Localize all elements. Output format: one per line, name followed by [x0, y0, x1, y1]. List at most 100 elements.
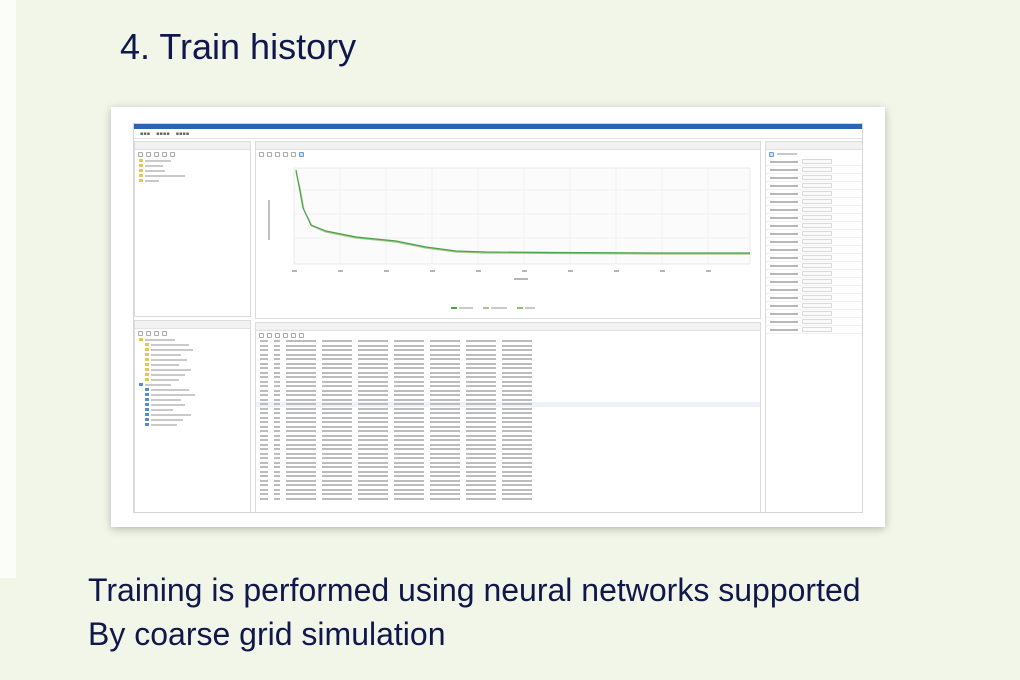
- toolbar-icon[interactable]: [138, 151, 143, 157]
- property-row[interactable]: [766, 198, 862, 206]
- property-row[interactable]: [766, 326, 862, 334]
- toolbar-icon[interactable]: [299, 332, 304, 338]
- toolbar-icon[interactable]: [162, 151, 167, 157]
- property-value[interactable]: [802, 287, 832, 292]
- table-cell: [358, 376, 388, 379]
- table-cell: [358, 398, 388, 401]
- property-value[interactable]: [802, 295, 832, 300]
- legend-swatch: [451, 307, 457, 309]
- toolbar-icon[interactable]: [275, 332, 280, 338]
- legend-swatch: [483, 307, 489, 309]
- property-row[interactable]: [766, 158, 862, 166]
- chart-tab-header: [256, 142, 760, 150]
- caption-line-1: Training is performed using neural netwo…: [88, 572, 861, 608]
- property-row[interactable]: [766, 190, 862, 198]
- toolbar-icon[interactable]: [170, 151, 175, 157]
- property-value[interactable]: [802, 215, 832, 220]
- property-label: [770, 264, 798, 267]
- property-value[interactable]: [802, 279, 832, 284]
- property-row[interactable]: [766, 166, 862, 174]
- tree-item[interactable]: [135, 422, 250, 427]
- property-row[interactable]: [766, 174, 862, 182]
- table-cell: [286, 461, 316, 464]
- property-value[interactable]: [802, 183, 832, 188]
- tree-toolbar: [135, 150, 250, 158]
- menu-item[interactable]: ▪▪▪▪: [156, 131, 170, 137]
- property-row[interactable]: [766, 302, 862, 310]
- menu-item[interactable]: ▪▪▪: [140, 131, 150, 137]
- legend-label: [491, 307, 507, 309]
- property-value[interactable]: [802, 199, 832, 204]
- toolbar-icon[interactable]: [299, 151, 304, 157]
- property-value[interactable]: [802, 223, 832, 228]
- property-value[interactable]: [802, 175, 832, 180]
- toolbar-icon[interactable]: [146, 330, 151, 336]
- table-cell: [502, 367, 532, 370]
- property-row[interactable]: [766, 286, 862, 294]
- property-row[interactable]: [766, 294, 862, 302]
- toolbar-icon[interactable]: [769, 151, 774, 157]
- property-value[interactable]: [802, 311, 832, 316]
- menu-item[interactable]: ▪▪▪▪: [176, 131, 190, 137]
- toolbar-icon[interactable]: [291, 151, 296, 157]
- tree-item[interactable]: [135, 178, 250, 183]
- toolbar-icon[interactable]: [259, 151, 264, 157]
- property-row[interactable]: [766, 318, 862, 326]
- property-row[interactable]: [766, 230, 862, 238]
- table-cell: [466, 380, 496, 383]
- property-row[interactable]: [766, 262, 862, 270]
- table-cell: [286, 340, 316, 343]
- property-row[interactable]: [766, 214, 862, 222]
- property-row[interactable]: [766, 182, 862, 190]
- toolbar-icon[interactable]: [154, 151, 159, 157]
- property-value[interactable]: [802, 167, 832, 172]
- table-cell: [430, 376, 460, 379]
- table-row[interactable]: [256, 497, 760, 502]
- toolbar-icon[interactable]: [162, 330, 167, 336]
- toolbar-icon[interactable]: [138, 330, 143, 336]
- property-value[interactable]: [802, 191, 832, 196]
- property-value[interactable]: [802, 247, 832, 252]
- table-cell: [394, 457, 424, 460]
- property-row[interactable]: [766, 270, 862, 278]
- property-value[interactable]: [802, 303, 832, 308]
- property-value[interactable]: [802, 159, 832, 164]
- table-cell: [274, 353, 280, 356]
- toolbar-icon[interactable]: [154, 330, 159, 336]
- table-cell: [322, 484, 352, 487]
- checkbox-icon: [145, 388, 149, 391]
- toolbar-icon[interactable]: [259, 332, 264, 338]
- property-value[interactable]: [802, 263, 832, 268]
- toolbar-icon[interactable]: [267, 151, 272, 157]
- folder-icon: [139, 164, 143, 167]
- explorer-toolbar: [135, 329, 250, 337]
- property-value[interactable]: [802, 271, 832, 276]
- property-row[interactable]: [766, 310, 862, 318]
- table-cell: [430, 425, 460, 428]
- property-value[interactable]: [802, 327, 832, 332]
- toolbar-icon[interactable]: [283, 332, 288, 338]
- x-ticks: [292, 270, 711, 272]
- property-row[interactable]: [766, 222, 862, 230]
- property-row[interactable]: [766, 206, 862, 214]
- property-row[interactable]: [766, 238, 862, 246]
- property-label: [770, 320, 798, 323]
- table-cell: [274, 439, 280, 442]
- table-cell: [322, 443, 352, 446]
- property-value[interactable]: [802, 207, 832, 212]
- property-value[interactable]: [802, 239, 832, 244]
- toolbar-icon[interactable]: [267, 332, 272, 338]
- toolbar-icon[interactable]: [275, 151, 280, 157]
- property-row[interactable]: [766, 278, 862, 286]
- property-value[interactable]: [802, 255, 832, 260]
- menu-bar: ▪▪▪ ▪▪▪▪ ▪▪▪▪: [134, 129, 862, 139]
- table-cell: [358, 439, 388, 442]
- toolbar-icon[interactable]: [291, 332, 296, 338]
- toolbar-icon[interactable]: [146, 151, 151, 157]
- property-row[interactable]: [766, 254, 862, 262]
- toolbar-icon[interactable]: [283, 151, 288, 157]
- property-value[interactable]: [802, 319, 832, 324]
- property-value[interactable]: [802, 231, 832, 236]
- table-cell: [286, 434, 316, 437]
- property-row[interactable]: [766, 246, 862, 254]
